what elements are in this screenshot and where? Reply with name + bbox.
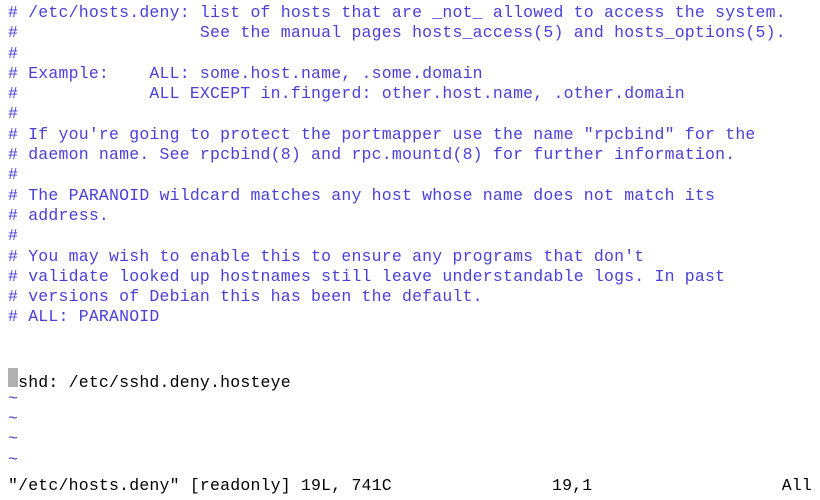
editor-buffer[interactable]: # /etc/hosts.deny: list of hosts that ar… [8,3,812,470]
comment-line: # daemon name. See rpcbind(8) and rpc.mo… [8,145,812,165]
comment-line: # [8,165,812,185]
comment-line: # If you're going to protect the portmap… [8,125,812,145]
content-text: sshd: /etc/sshd.deny.hosteye [8,373,291,392]
status-scroll: All [752,476,812,496]
comment-line: # validate looked up hostnames still lea… [8,267,812,287]
comment-line: # ALL: PARANOID [8,307,812,327]
comment-line: # [8,226,812,246]
status-position: 19,1 [552,476,752,496]
comment-line: # You may wish to enable this to ensure … [8,247,812,267]
cursor-line: sshd: /etc/sshd.deny.hosteye [8,368,812,388]
comment-line: # The PARANOID wildcard matches any host… [8,186,812,206]
status-filename: "/etc/hosts.deny" [readonly] 19L, 741C [8,476,552,496]
tilde-line: ~ [8,409,812,429]
cursor-block [8,368,18,387]
comment-line: # Example: ALL: some.host.name, .some.do… [8,64,812,84]
comment-line: # ALL EXCEPT in.fingerd: other.host.name… [8,84,812,104]
comment-line: # /etc/hosts.deny: list of hosts that ar… [8,3,812,23]
comment-line: # See the manual pages hosts_access(5) a… [8,23,812,43]
vim-editor[interactable]: # /etc/hosts.deny: list of hosts that ar… [0,0,820,500]
tilde-line: ~ [8,429,812,449]
comment-line: # address. [8,206,812,226]
tilde-line: ~ [8,450,812,470]
blank-line [8,328,812,348]
comment-line: # [8,44,812,64]
comment-line: # versions of Debian this has been the d… [8,287,812,307]
comment-line: # [8,104,812,124]
status-bar: "/etc/hosts.deny" [readonly] 19L, 741C 1… [0,476,820,500]
blank-line [8,348,812,368]
